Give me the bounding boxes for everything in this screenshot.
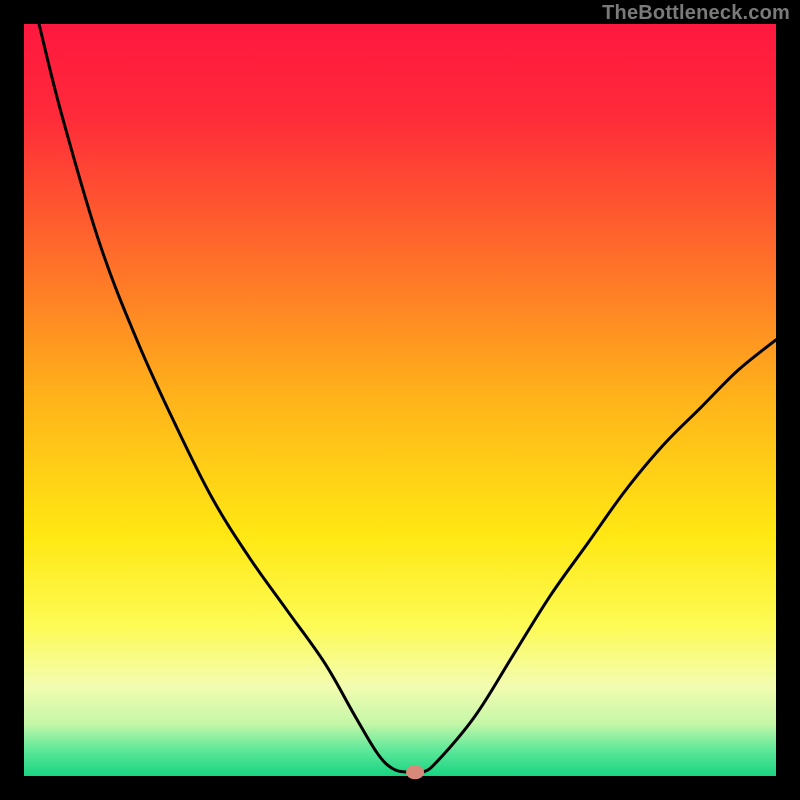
watermark-text: TheBottleneck.com bbox=[602, 2, 790, 25]
optimal-marker bbox=[406, 765, 424, 779]
plot-background bbox=[24, 24, 776, 776]
bottleneck-chart bbox=[0, 0, 800, 800]
chart-container: TheBottleneck.com bbox=[0, 0, 800, 800]
